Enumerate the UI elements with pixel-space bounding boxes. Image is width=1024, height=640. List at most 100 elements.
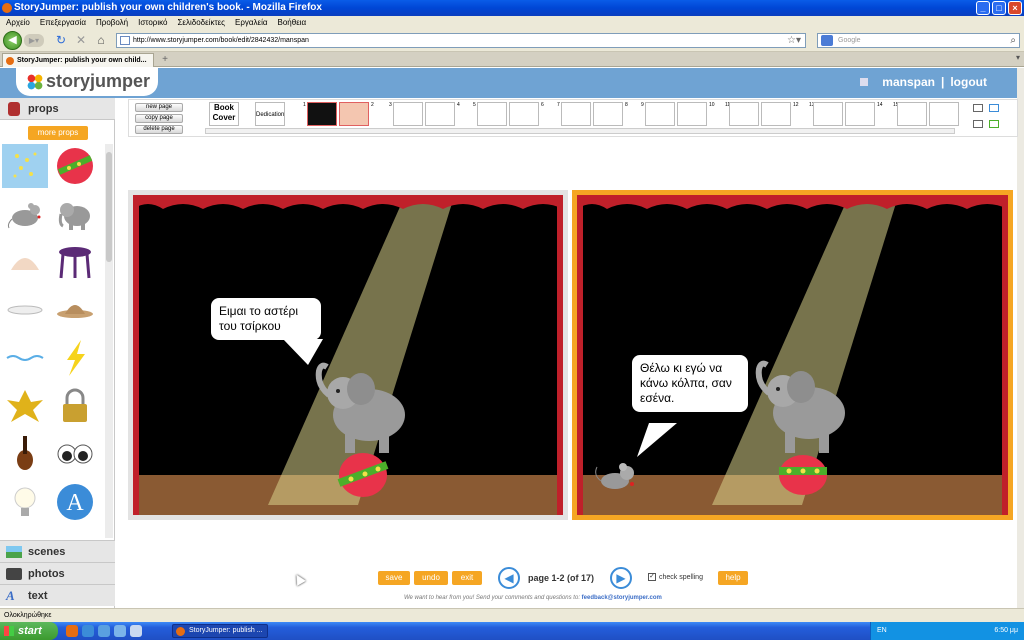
storyjumper-logo[interactable]: storyjumper <box>16 68 158 96</box>
quicklaunch-firefox-icon[interactable] <box>66 625 78 637</box>
props-header[interactable]: props <box>0 98 115 120</box>
search-icon[interactable]: ⌕ <box>1010 34 1016 47</box>
delete-page-button[interactable]: delete page <box>135 125 183 134</box>
check-spelling[interactable]: ✓ check spelling <box>648 573 703 581</box>
menu-help[interactable]: Βοήθεια <box>278 16 307 29</box>
category-text[interactable]: A text <box>0 584 115 606</box>
bookmark-star-icon[interactable]: ☆▾ <box>787 34 801 47</box>
more-props-button[interactable]: more props <box>28 126 88 140</box>
fit-icon[interactable] <box>989 120 999 128</box>
prop-eyes[interactable] <box>52 432 98 476</box>
prop-violin[interactable] <box>2 432 48 476</box>
check-spelling-checkbox[interactable]: ✓ <box>648 573 656 581</box>
username-link[interactable]: manspan <box>882 75 935 89</box>
minimize-button[interactable]: _ <box>976 1 990 15</box>
start-button[interactable]: start <box>0 622 58 640</box>
prop-padlock[interactable] <box>52 384 98 428</box>
props-scrollbar[interactable] <box>105 144 113 538</box>
thumb-page-10[interactable] <box>677 102 707 126</box>
logout-link[interactable]: logout <box>950 75 987 89</box>
thumb-page-6[interactable] <box>509 102 539 126</box>
props-scrollbar-thumb[interactable] <box>106 152 112 262</box>
language-indicator[interactable]: EN <box>877 627 887 634</box>
quicklaunch-app-icon[interactable] <box>114 625 126 637</box>
thumb-page-5[interactable] <box>477 102 507 126</box>
maximize-button[interactable]: □ <box>992 1 1006 15</box>
prop-hat[interactable] <box>52 288 98 332</box>
next-page-arrow-icon[interactable]: ▶ <box>610 567 632 589</box>
new-tab-button[interactable]: + <box>158 54 172 66</box>
thumb-page-1[interactable] <box>307 102 337 126</box>
prop-mouse[interactable] <box>2 192 48 236</box>
thumb-page-4[interactable] <box>425 102 455 126</box>
back-button[interactable]: ◀ <box>3 31 22 50</box>
stop-icon[interactable]: ✕ <box>74 33 88 47</box>
clock[interactable]: 6:50 μμ <box>994 622 1018 640</box>
feedback-email-link[interactable]: feedback@storyjumper.com <box>582 595 662 601</box>
thumb-page-16[interactable] <box>929 102 959 126</box>
prop-lightbulb[interactable] <box>2 480 48 524</box>
thumb-page-7[interactable] <box>561 102 591 126</box>
search-input[interactable]: Google ⌕ <box>817 33 1020 48</box>
home-icon[interactable]: ⌂ <box>94 33 108 47</box>
close-button[interactable]: × <box>1008 1 1022 15</box>
search-engine-icon[interactable] <box>821 35 833 46</box>
prev-page-arrow-icon[interactable]: ◀ <box>498 567 520 589</box>
prop-lightning[interactable] <box>52 336 98 380</box>
site-identity-icon[interactable] <box>120 36 130 45</box>
save-button[interactable]: save <box>378 571 410 585</box>
thumb-page-12[interactable] <box>761 102 791 126</box>
speech-bubble-left[interactable]: Ειμαι το αστέρι του τσίρκου <box>211 298 321 340</box>
menu-edit[interactable]: Επεξεργασία <box>40 16 86 29</box>
thumb-book-cover[interactable]: Book Cover <box>209 102 239 126</box>
page-right[interactable]: Θέλω κι εγώ να κάνω κόλπα, σαν εσένα. <box>572 190 1013 520</box>
taskbar-firefox-window[interactable]: StoryJumper: publish ... <box>172 624 268 638</box>
page-left[interactable]: Ειμαι το αστέρι του τσίρκου <box>128 190 568 520</box>
prop-leaf[interactable] <box>2 384 48 428</box>
thumbnails-scrollbar[interactable] <box>205 128 955 134</box>
thumb-page-9[interactable] <box>645 102 675 126</box>
category-photos[interactable]: photos <box>0 562 115 584</box>
prop-elephant[interactable] <box>52 192 98 236</box>
menu-view[interactable]: Προβολή <box>96 16 128 29</box>
thumb-dedication[interactable]: Dedication <box>255 102 285 126</box>
tab-list-icon[interactable]: ▾ <box>1016 53 1020 62</box>
reload-icon[interactable]: ↻ <box>54 33 68 47</box>
prop-stool[interactable] <box>52 240 98 284</box>
page-scrollbar[interactable] <box>1017 68 1024 608</box>
new-page-button[interactable]: new page <box>135 103 183 112</box>
forward-button[interactable]: ▶▾ <box>24 34 44 47</box>
thumb-page-3[interactable] <box>393 102 423 126</box>
prop-water[interactable] <box>2 336 48 380</box>
url-bar[interactable]: http://www.storyjumper.com/book/edit/284… <box>116 33 806 48</box>
thumb-page-2[interactable] <box>339 102 369 126</box>
prop-hat-top[interactable] <box>2 240 48 284</box>
prop-text-letter[interactable]: A <box>52 480 98 524</box>
quicklaunch-desktop-icon[interactable] <box>98 625 110 637</box>
browser-tab[interactable]: StoryJumper: publish your own child... <box>2 53 154 67</box>
zoom-in-icon[interactable] <box>989 104 999 112</box>
undo-button[interactable]: undo <box>414 571 448 585</box>
prop-stars[interactable] <box>2 144 48 188</box>
copy-page-button[interactable]: copy page <box>135 114 183 123</box>
quicklaunch-ie-icon[interactable] <box>82 625 94 637</box>
menu-file[interactable]: Αρχείο <box>6 16 30 29</box>
menu-history[interactable]: Ιστορικό <box>138 16 167 29</box>
view-single-icon[interactable] <box>973 104 983 112</box>
thumb-page-13[interactable] <box>813 102 843 126</box>
category-scenes[interactable]: scenes <box>0 540 115 562</box>
help-button[interactable]: help <box>718 571 748 585</box>
quicklaunch-media-icon[interactable] <box>130 625 142 637</box>
leaf-icon <box>7 390 43 422</box>
prop-ball[interactable] <box>52 144 98 188</box>
speech-bubble-right[interactable]: Θέλω κι εγώ να κάνω κόλπα, σαν εσένα. <box>632 355 748 412</box>
menu-bookmarks[interactable]: Σελιδοδείκτες <box>177 16 225 29</box>
menu-tools[interactable]: Εργαλεία <box>235 16 267 29</box>
keyboard-icon[interactable] <box>973 120 983 128</box>
prop-plate[interactable] <box>2 288 48 332</box>
thumb-page-8[interactable] <box>593 102 623 126</box>
thumb-page-11[interactable] <box>729 102 759 126</box>
thumb-page-14[interactable] <box>845 102 875 126</box>
thumb-page-15[interactable] <box>897 102 927 126</box>
exit-button[interactable]: exit <box>452 571 482 585</box>
